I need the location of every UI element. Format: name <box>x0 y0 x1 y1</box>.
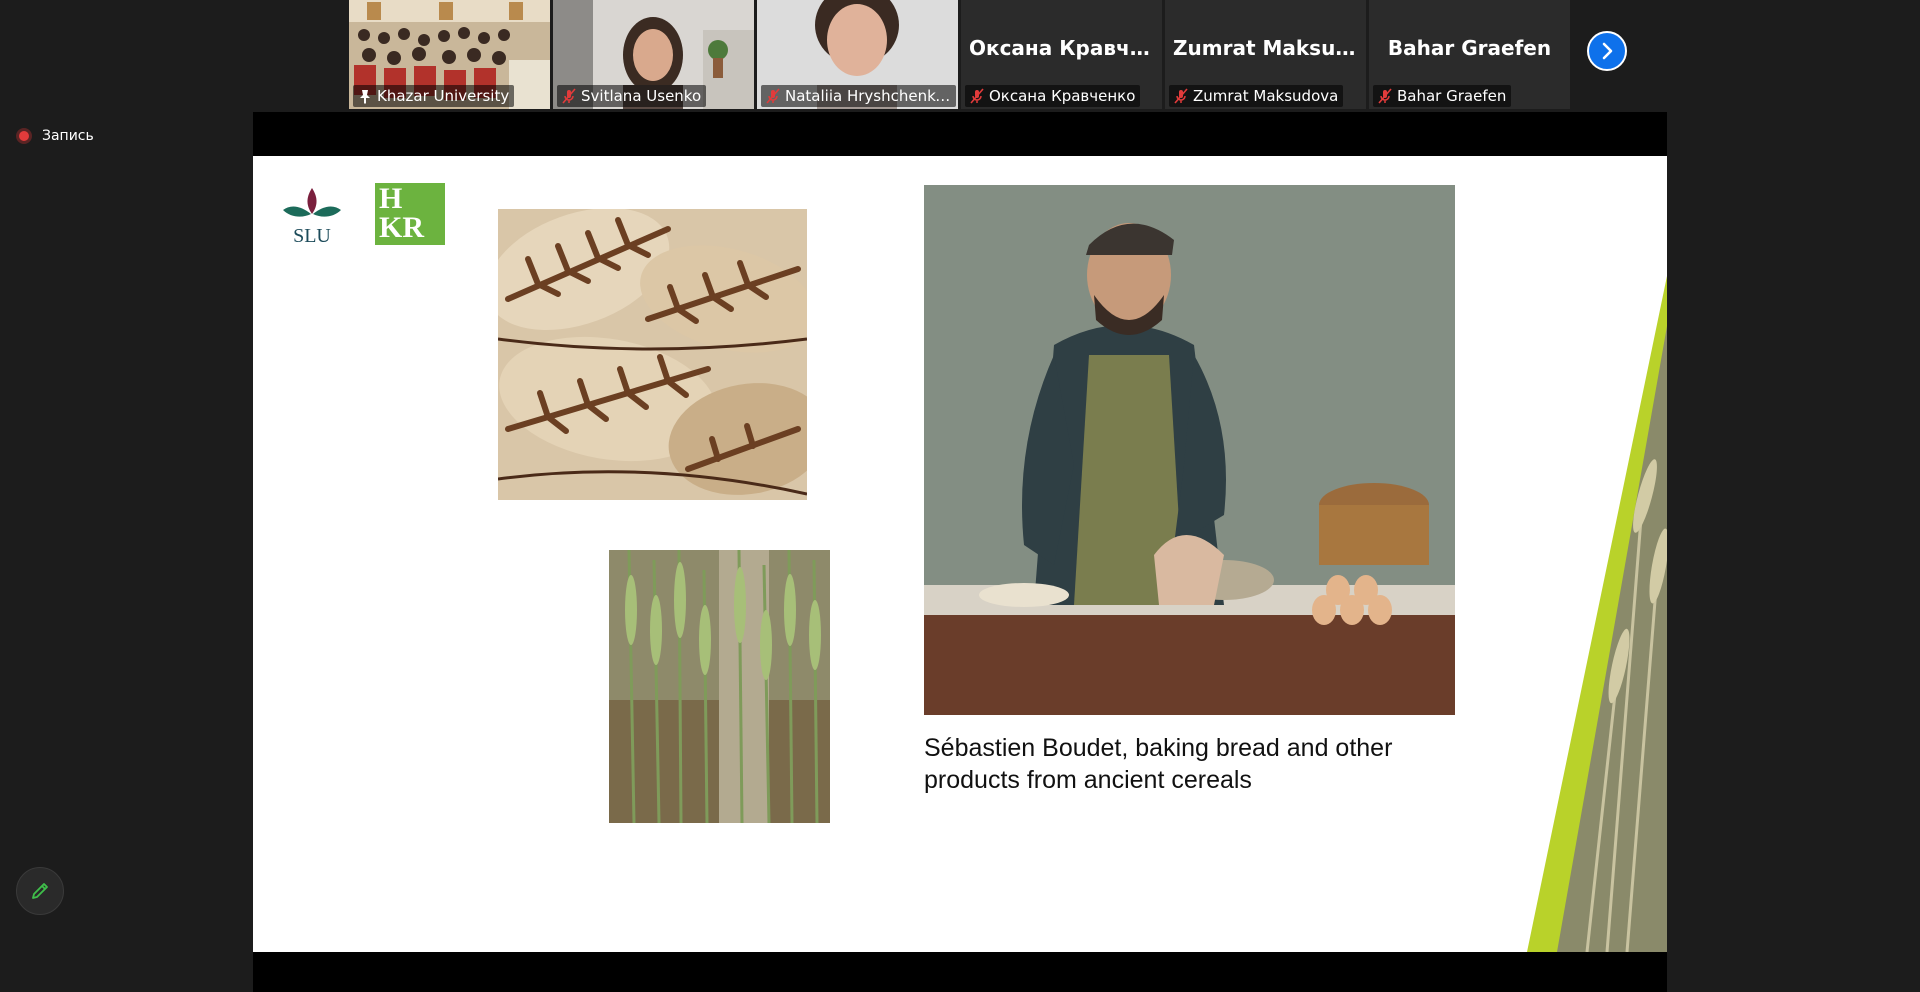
slide-caption: Sébastien Boudet, baking bread and other… <box>924 734 1393 794</box>
participant-display-name: Оксана Кравче... <box>969 36 1162 60</box>
recording-indicator[interactable]: Запись <box>16 128 94 144</box>
participant-label: Svitlana Usenko <box>557 85 707 107</box>
participant-tile-oksana-kravchenko[interactable]: Оксана Кравче... Оксана Кравченко <box>961 0 1162 109</box>
hkr-logo: H KR <box>375 183 445 245</box>
participant-tile-khazar-university[interactable]: Khazar University <box>349 0 550 109</box>
participant-label: Zumrat Maksudova <box>1169 85 1344 107</box>
participant-display-name: Zumrat Maksud... <box>1173 36 1366 60</box>
wheat-corner-decoration <box>1527 276 1667 952</box>
participant-label: Khazar University <box>353 85 515 107</box>
slu-logo-text: SLU <box>293 225 331 246</box>
recording-label: Запись <box>42 128 94 144</box>
shared-screen: SLU H KR Sébastien Boudet, baking bread … <box>253 112 1667 992</box>
record-dot-icon <box>16 128 32 144</box>
chevron-right-icon <box>1602 42 1613 60</box>
participant-name: Zumrat Maksudova <box>1193 87 1339 105</box>
bread-image <box>498 209 807 500</box>
microphone-muted-icon <box>970 88 984 104</box>
microphone-muted-icon <box>1174 88 1188 104</box>
participant-name: Khazar University <box>377 87 510 105</box>
participant-tile-svitlana-usenko[interactable]: Svitlana Usenko <box>553 0 754 109</box>
participant-strip: Khazar University Svitlana Usenko Natali… <box>349 0 1570 110</box>
pin-icon <box>360 90 370 104</box>
participant-tile-bahar-graefen[interactable]: Bahar Graefen Bahar Graefen <box>1369 0 1570 109</box>
microphone-muted-icon <box>766 88 780 104</box>
participant-label: Nataliia Hryshchenko, ... <box>761 85 956 107</box>
microphone-muted-icon <box>562 88 576 104</box>
hkr-logo-text-top: H <box>379 182 403 215</box>
participant-label: Bahar Graefen <box>1373 85 1512 107</box>
baker-photo <box>924 185 1455 715</box>
participant-name: Bahar Graefen <box>1397 87 1507 105</box>
wheat-image <box>609 550 830 823</box>
microphone-muted-icon <box>1378 88 1392 104</box>
presentation-slide: SLU H KR Sébastien Boudet, baking bread … <box>253 156 1667 952</box>
participant-name: Svitlana Usenko <box>581 87 702 105</box>
participant-name: Оксана Кравченко <box>989 87 1136 105</box>
hkr-logo-text-bottom: KR <box>379 211 424 244</box>
participant-tile-zumrat-maksudova[interactable]: Zumrat Maksud... Zumrat Maksudova <box>1165 0 1366 109</box>
participant-label: Оксана Кравченко <box>965 85 1141 107</box>
pencil-icon <box>32 883 48 899</box>
participant-tile-nataliia-hryshchenko[interactable]: Nataliia Hryshchenko, ... <box>757 0 958 109</box>
annotate-button[interactable] <box>16 867 64 915</box>
participant-display-name: Bahar Graefen <box>1387 36 1552 60</box>
slu-logo: SLU <box>283 188 341 246</box>
participant-name: Nataliia Hryshchenko, ... <box>785 87 951 105</box>
next-participants-button[interactable] <box>1587 31 1627 71</box>
